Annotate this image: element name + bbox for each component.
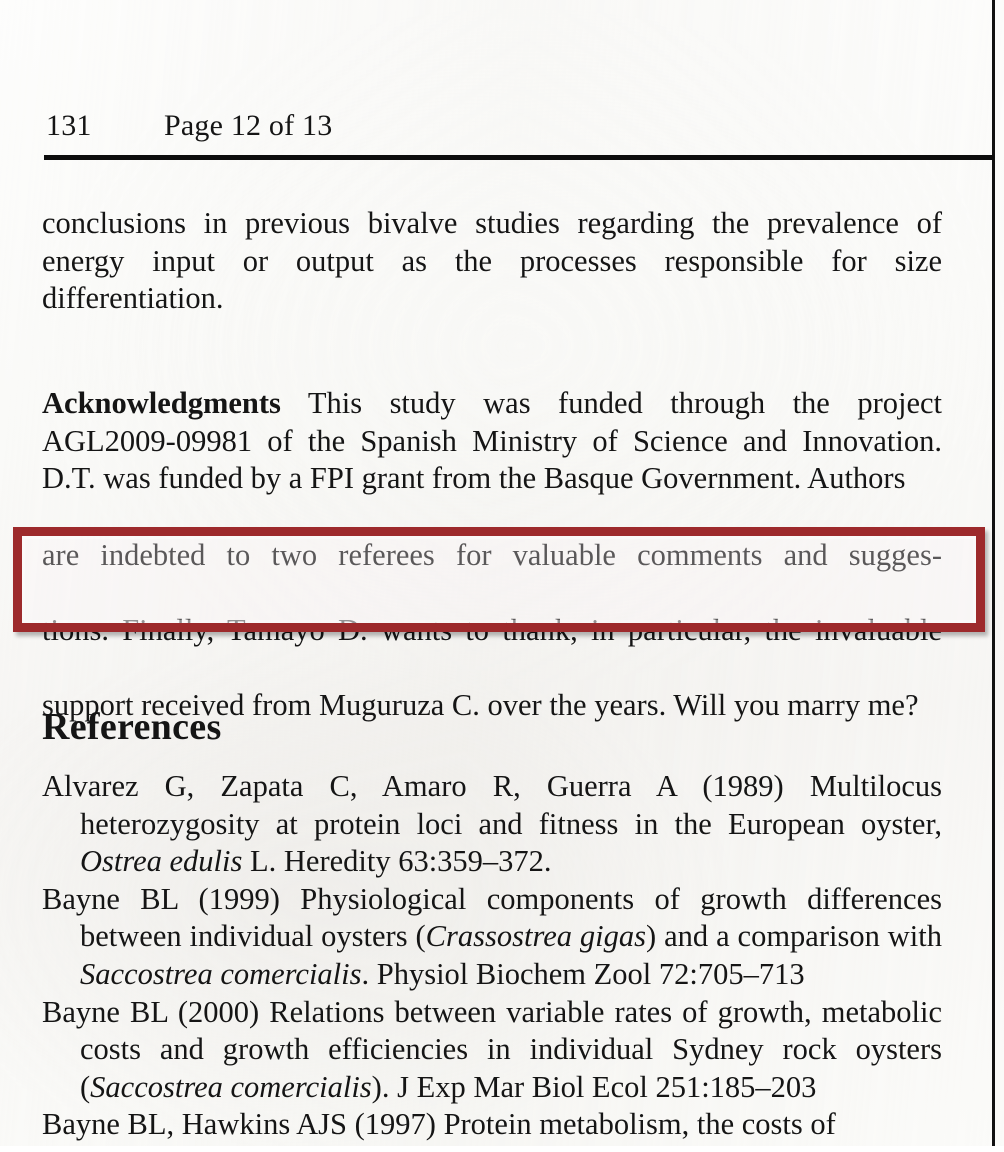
reference-entry: Alvarez G, Zapata C, Amaro R, Guerra A (… <box>42 768 942 881</box>
reference-text-tail: . Physiol Biochem Zool 72:705–713 <box>361 956 805 991</box>
acknowledgments-line-highlighted-1: tions. Finally, Tamayo D. wants to thank… <box>42 613 942 648</box>
reference-list: Alvarez G, Zapata C, Amaro R, Guerra A (… <box>42 768 942 1144</box>
references-heading: References <box>42 705 222 748</box>
paragraph-acknowledgments: Acknowledgments This study was funded th… <box>42 385 942 498</box>
paragraph-conclusions-text: conclusions in previous bivalve studies … <box>42 206 942 316</box>
folio-number: 131 <box>46 109 92 142</box>
reference-entry: Bayne BL (1999) Physiological components… <box>42 881 942 994</box>
scanned-journal-page: 131 Page 12 of 13 conclusions in previous… <box>0 0 1004 1152</box>
reference-text-tail: ). J Exp Mar Biol Ecol 251:185–203 <box>371 1069 817 1104</box>
reference-entry-clipped: Bayne BL, Hawkins AJS (1997) Protein met… <box>42 1106 942 1144</box>
species-name: Ostrea edulis <box>80 844 243 879</box>
bottom-crop-mask <box>0 1146 1004 1152</box>
reference-text-tail: L. Heredity 63:359–372. <box>242 844 552 879</box>
acknowledgments-tail-lines: are indebted to two referees for valuabl… <box>42 537 942 725</box>
running-head: 131 Page 12 of 13 <box>46 106 946 146</box>
species-name-secondary: Saccostrea comercialis <box>80 956 362 991</box>
species-name: Saccostrea comercialis <box>90 1069 372 1104</box>
acknowledgments-text <box>281 386 308 420</box>
reference-entry: Bayne BL (2000) Relations between variab… <box>42 994 942 1107</box>
reference-text: Alvarez G, Zapata C, Amaro R, Guerra A (… <box>42 769 942 841</box>
page-position-label: Page 12 of 13 <box>164 109 333 142</box>
header-rule <box>44 155 994 160</box>
acknowledgments-body: Acknowledgments This study was funded th… <box>42 385 942 498</box>
acknowledgments-line-covered: are indebted to two referees for valuabl… <box>42 538 942 572</box>
reference-text: Bayne BL, Hawkins AJS (1997) Protein met… <box>42 1107 836 1142</box>
paragraph-conclusions: conclusions in previous bivalve studies … <box>42 205 942 318</box>
species-name: Crassostrea gigas <box>425 919 647 954</box>
reference-text-mid: ) and a comparison with <box>646 919 942 954</box>
page-edge-rule <box>992 0 995 1152</box>
acknowledgments-label: Acknowledgments <box>42 386 281 420</box>
